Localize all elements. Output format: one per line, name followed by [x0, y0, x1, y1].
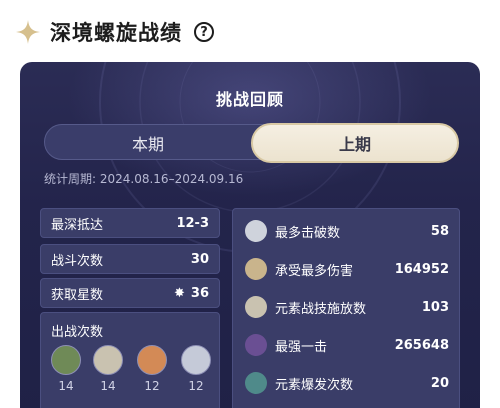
character-avatar[interactable]	[137, 345, 167, 375]
character-count: 14	[100, 379, 116, 393]
stat-row-stars: 获取星数 ✸ 36	[40, 278, 220, 308]
stat-row-battles: 战斗次数 30	[40, 244, 220, 274]
stat-row-most-defeats: 最多击破数 58	[233, 213, 461, 249]
panel-title: 挑战回顾	[215, 90, 284, 109]
help-icon[interactable]: ?	[194, 22, 214, 42]
battle-count-label: 出战次数	[51, 325, 104, 340]
battle-count-box: 出战次数 14 14 12 12	[40, 312, 220, 408]
stat-value: 265648	[394, 337, 449, 353]
character-avatar[interactable]	[181, 345, 211, 375]
period-tabs: 本期 上期	[44, 123, 459, 163]
star-icon: ✸	[174, 285, 185, 301]
stat-value: 20	[430, 375, 449, 391]
character-count: 12	[144, 379, 160, 393]
character-avatar	[245, 220, 267, 242]
stat-value: 30	[190, 251, 209, 267]
stat-label: 最多击破数	[275, 225, 341, 241]
battle-stats-box: 最多击破数 58 承受最多伤害 164952 元素战技施放数 103 最强一击 …	[232, 208, 460, 408]
stat-value: 164952	[394, 261, 449, 277]
stat-label: 战斗次数	[51, 253, 104, 269]
stat-label: 获取星数	[51, 287, 104, 303]
stat-value: 12-3	[176, 215, 209, 231]
character-avatar[interactable]	[51, 345, 81, 375]
character-count: 12	[188, 379, 204, 393]
stat-row-deepest: 最深抵达 12-3	[40, 208, 220, 238]
page-header: 深境螺旋战绩 ?	[14, 12, 314, 52]
page-title: 深境螺旋战绩	[50, 21, 182, 45]
stat-row-skill-casts: 元素战技施放数 103	[233, 289, 461, 325]
stat-label: 承受最多伤害	[275, 263, 354, 279]
character-avatar	[245, 372, 267, 394]
challenge-review-panel: 挑战回顾 本期 上期 统计周期: 2024.08.16–2024.09.16 最…	[20, 62, 480, 408]
stat-period: 统计周期: 2024.08.16–2024.09.16	[44, 172, 244, 186]
stat-value: 103	[421, 299, 449, 315]
stat-label: 元素爆发次数	[275, 377, 354, 393]
character-avatar[interactable]	[93, 345, 123, 375]
stat-row-most-damage-taken: 承受最多伤害 164952	[233, 251, 461, 287]
character-avatar	[245, 258, 267, 280]
stat-label: 元素战技施放数	[275, 301, 367, 317]
tab-this-period[interactable]: 本期	[45, 125, 251, 161]
stat-label: 最深抵达	[51, 217, 104, 233]
stat-row-strongest-hit: 最强一击 265648	[233, 327, 461, 363]
character-count: 14	[58, 379, 74, 393]
stat-value: 58	[430, 223, 449, 239]
tab-last-period[interactable]: 上期	[251, 123, 459, 163]
stat-row-burst-casts: 元素爆发次数 20	[233, 365, 461, 401]
character-avatar	[245, 296, 267, 318]
stat-value: 36	[190, 285, 209, 301]
sparkle-icon	[14, 18, 42, 46]
character-avatar	[245, 334, 267, 356]
stat-label: 最强一击	[275, 339, 328, 355]
